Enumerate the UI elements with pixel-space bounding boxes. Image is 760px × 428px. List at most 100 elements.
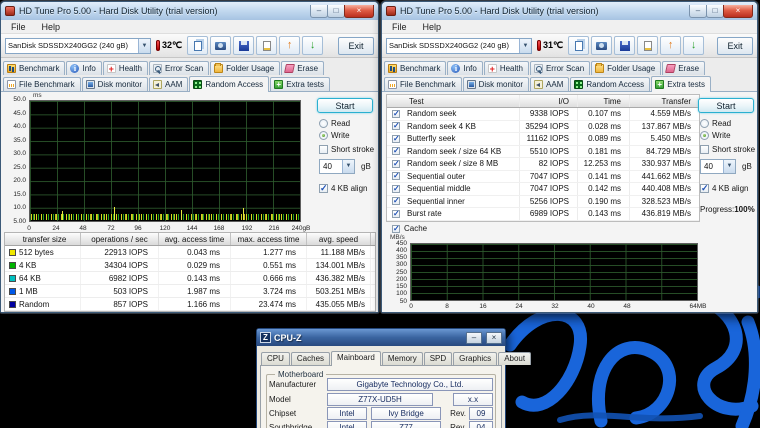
upload-button[interactable]: ↑ <box>660 36 681 55</box>
tab-extra-tests[interactable]: Extra tests <box>651 76 711 92</box>
tab-folder-usage[interactable]: Folder Usage <box>591 61 661 75</box>
tab-extra-tests[interactable]: Extra tests <box>270 77 330 91</box>
chipset-vendor-field[interactable]: Intel <box>327 407 367 420</box>
tab-random-access[interactable]: Random Access <box>570 77 650 91</box>
temperature-value: 31℃ <box>543 40 563 51</box>
menu-help[interactable]: Help <box>34 22 69 32</box>
tab-health[interactable]: Health <box>103 61 148 75</box>
tab-random-access[interactable]: Random Access <box>189 76 269 92</box>
tab-mainboard[interactable]: Mainboard <box>331 351 381 366</box>
test-checkbox[interactable] <box>392 147 400 155</box>
read-radio[interactable] <box>700 119 709 128</box>
report-button[interactable] <box>256 36 277 55</box>
tab-benchmark[interactable]: Benchmark <box>384 61 446 75</box>
test-checkbox[interactable] <box>392 160 400 168</box>
tab-erase[interactable]: Erase <box>281 61 324 75</box>
start-button[interactable]: Start <box>317 98 373 113</box>
test-checkbox[interactable] <box>392 210 400 218</box>
download-button[interactable]: ↓ <box>302 36 323 55</box>
test-checkbox[interactable] <box>392 135 400 143</box>
short-stroke-checkbox[interactable] <box>700 145 709 154</box>
download-button[interactable]: ↓ <box>683 36 704 55</box>
titlebar[interactable]: HD Tune Pro 5.00 - Hard Disk Utility (tr… <box>382 2 757 20</box>
minimize-button[interactable]: – <box>466 332 482 344</box>
menu-help[interactable]: Help <box>415 22 450 32</box>
chipset-name-field[interactable]: Ivy Bridge <box>371 407 441 420</box>
tab-erase[interactable]: Erase <box>662 61 705 75</box>
tab-graphics[interactable]: Graphics <box>453 352 497 365</box>
save-button[interactable] <box>614 36 635 55</box>
copy-button[interactable] <box>568 36 589 55</box>
tab-info[interactable]: Info <box>447 61 482 75</box>
test-checkbox[interactable] <box>392 110 400 118</box>
southbridge-name-field[interactable]: Z77 <box>371 421 441 428</box>
manufacturer-field[interactable]: Gigabyte Technology Co., Ltd. <box>327 378 493 391</box>
align-checkbox[interactable] <box>319 184 328 193</box>
align-checkbox[interactable] <box>700 184 709 193</box>
test-checkbox[interactable] <box>392 172 400 180</box>
short-stroke-size-select[interactable]: 40 ▼ <box>700 159 736 174</box>
screenshot-button[interactable] <box>210 36 231 55</box>
upload-button[interactable]: ↑ <box>279 36 300 55</box>
tab-label: AAM <box>546 80 563 89</box>
tab-cpu[interactable]: CPU <box>261 352 290 365</box>
titlebar[interactable]: HD Tune Pro 5.00 - Hard Disk Utility (tr… <box>1 2 378 20</box>
read-radio[interactable] <box>319 119 328 128</box>
cache-checkbox[interactable] <box>392 225 400 233</box>
close-button[interactable]: × <box>486 332 502 344</box>
exit-button[interactable]: Exit <box>338 37 374 55</box>
close-button[interactable]: × <box>344 5 374 18</box>
model-field[interactable]: Z77X-UD5H <box>327 393 433 406</box>
tab-disk-monitor[interactable]: Disk monitor <box>82 77 148 91</box>
short-stroke-checkbox[interactable] <box>319 145 328 154</box>
tab-folder-usage[interactable]: Folder Usage <box>210 61 280 75</box>
southbridge-vendor-field[interactable]: Intel <box>327 421 367 428</box>
test-checkbox[interactable] <box>392 122 400 130</box>
save-button[interactable] <box>233 36 254 55</box>
start-button[interactable]: Start <box>698 98 754 113</box>
tab-aam[interactable]: AAM <box>530 77 569 91</box>
test-checkbox[interactable] <box>392 197 400 205</box>
tab-spd[interactable]: SPD <box>424 352 452 365</box>
manufacturer-label: Manufacturer <box>269 380 327 389</box>
maximize-button[interactable]: □ <box>706 5 724 18</box>
short-stroke-unit: gB <box>742 162 752 171</box>
minimize-button[interactable]: – <box>689 5 707 18</box>
test-checkbox[interactable] <box>392 185 400 193</box>
tab-caches[interactable]: Caches <box>291 352 330 365</box>
copy-button[interactable] <box>187 36 208 55</box>
tab-health[interactable]: Health <box>484 61 529 75</box>
tab-about[interactable]: About <box>498 352 531 365</box>
avg-speed: 435.055 MB/s <box>307 298 371 310</box>
write-radio[interactable] <box>700 131 709 140</box>
write-radio[interactable] <box>319 131 328 140</box>
tab-file-benchmark[interactable]: File Benchmark <box>384 77 462 91</box>
tab-memory[interactable]: Memory <box>382 352 423 365</box>
drive-select[interactable]: SanDisk SDSSDX240GG2 (240 gB) ▼ <box>386 38 532 54</box>
tab-file-benchmark[interactable]: File Benchmark <box>3 77 81 91</box>
menu-file[interactable]: File <box>3 22 34 32</box>
minimize-button[interactable]: – <box>310 5 328 18</box>
rev-label: Rev. <box>450 423 469 428</box>
southbridge-rev-field[interactable]: 04 <box>469 421 493 428</box>
test-row: Sequential middle 7047 IOPS 0.142 ms 440… <box>387 183 699 196</box>
titlebar[interactable]: Z CPU-Z – × <box>257 329 505 346</box>
tab-disk-monitor[interactable]: Disk monitor <box>463 77 529 91</box>
progress-label: Progress: <box>700 205 734 214</box>
report-button[interactable] <box>637 36 658 55</box>
drive-select[interactable]: SanDisk SDSSDX240GG2 (240 gB) ▼ <box>5 38 151 54</box>
tab-info[interactable]: Info <box>66 61 101 75</box>
tab-aam[interactable]: AAM <box>149 77 188 91</box>
tab-error-scan[interactable]: Error Scan <box>149 61 209 75</box>
tab-error-scan[interactable]: Error Scan <box>530 61 590 75</box>
chipset-rev-field[interactable]: 09 <box>469 407 493 420</box>
screenshot-button[interactable] <box>591 36 612 55</box>
menu-file[interactable]: File <box>384 22 415 32</box>
exit-button[interactable]: Exit <box>717 37 753 55</box>
tab-benchmark[interactable]: Benchmark <box>3 61 65 75</box>
tab-row-1: Benchmark Info Health Error Scan Folder … <box>1 58 378 75</box>
close-button[interactable]: × <box>723 5 753 18</box>
model-rev-field[interactable]: x.x <box>453 393 493 406</box>
short-stroke-size-select[interactable]: 40 ▼ <box>319 159 355 174</box>
maximize-button[interactable]: □ <box>327 5 345 18</box>
